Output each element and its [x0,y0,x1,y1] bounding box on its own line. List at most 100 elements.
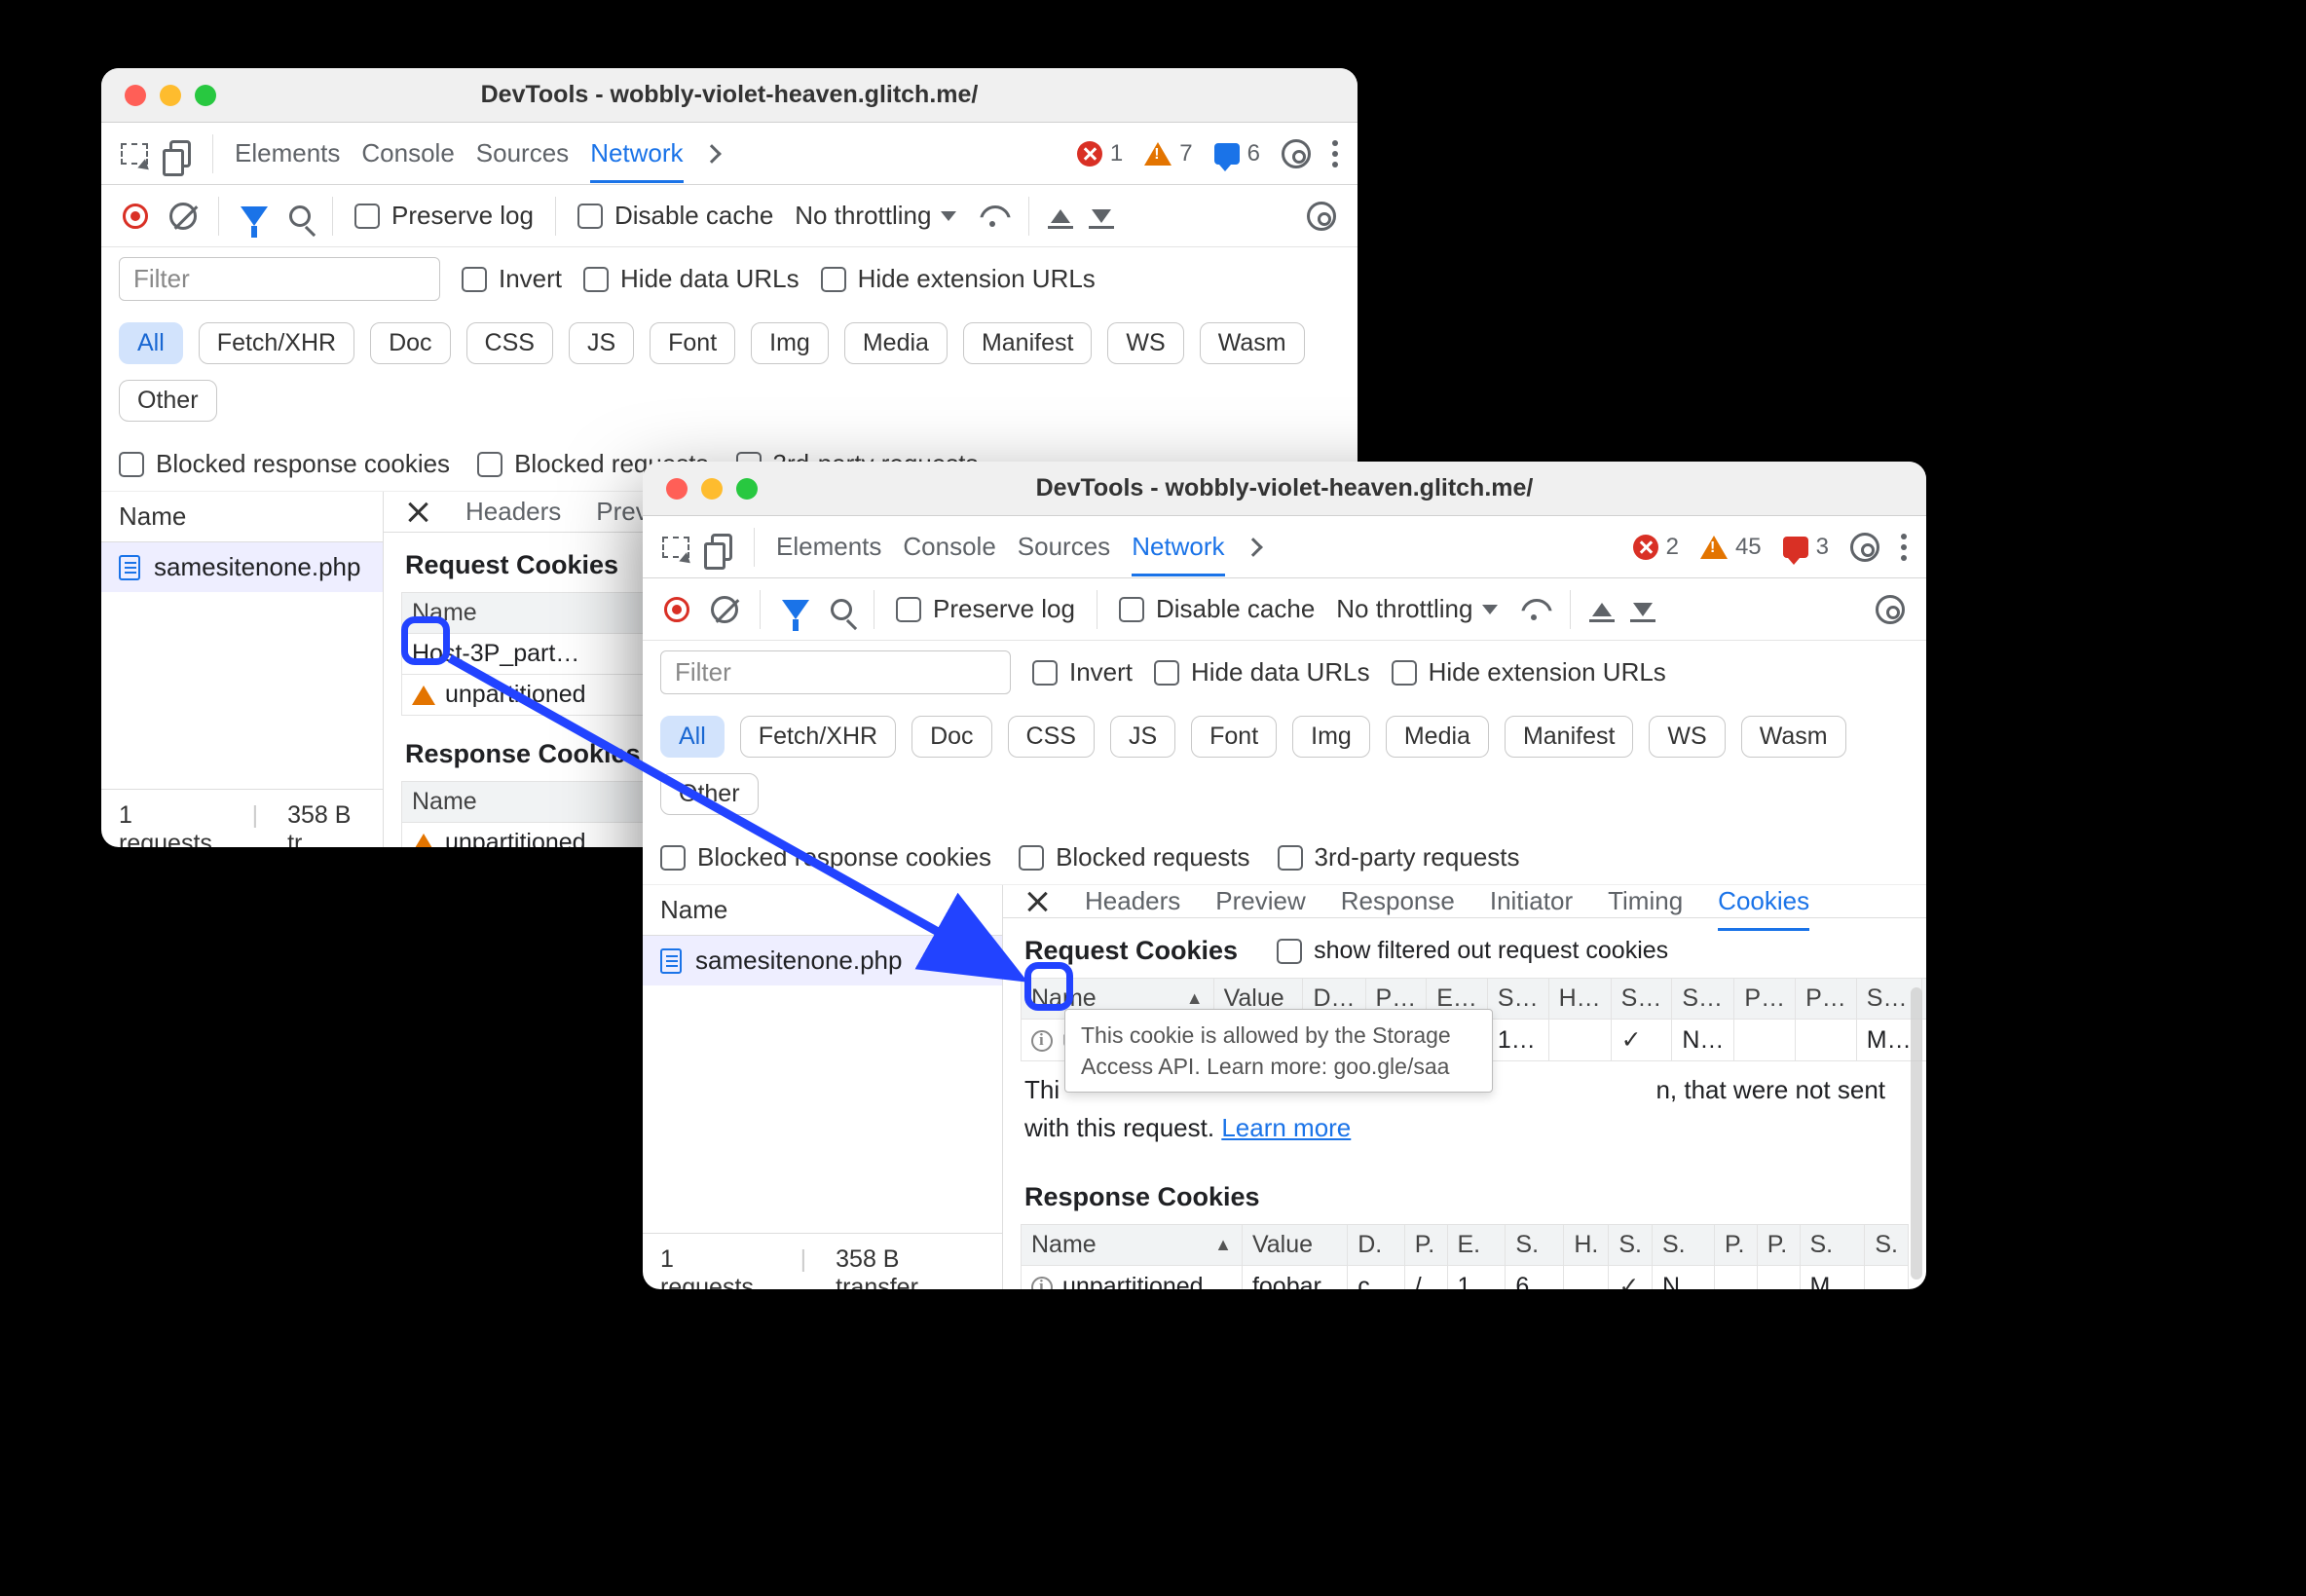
throttling-dropdown[interactable]: No throttling [795,201,956,231]
sort-asc-icon[interactable]: ▲ [1176,988,1204,1009]
device-toolbar-icon[interactable] [169,140,191,167]
inspect-element-icon[interactable] [121,143,148,165]
traffic-close-icon[interactable] [125,85,146,106]
panel-network[interactable]: Network [1132,532,1224,576]
chip-js[interactable]: JS [569,322,634,364]
error-count[interactable]: 2 [1633,534,1679,561]
filter-input[interactable]: Filter [119,257,440,301]
tab-headers[interactable]: Headers [1085,886,1180,916]
device-toolbar-icon[interactable] [711,534,732,561]
tab-initiator[interactable]: Initiator [1490,886,1573,916]
chip-ws[interactable]: WS [1107,322,1183,364]
disable-cache-checkbox[interactable]: Disable cache [577,201,773,231]
blocked-cookies-checkbox[interactable]: Blocked response cookies [119,449,450,479]
hide-data-urls-checkbox[interactable]: Hide data URLs [1154,657,1370,687]
kebab-menu-icon[interactable] [1901,534,1907,561]
info-icon[interactable] [1031,1277,1053,1289]
chip-media[interactable]: Media [1386,716,1489,758]
search-icon[interactable] [831,599,852,620]
chip-manifest[interactable]: Manifest [1505,716,1633,758]
blocked-cookies-checkbox[interactable]: Blocked response cookies [660,842,991,872]
chip-fetch-xhr[interactable]: Fetch/XHR [740,716,896,758]
clear-icon[interactable] [711,596,738,623]
info-icon[interactable] [1031,1030,1053,1052]
traffic-min-icon[interactable] [701,478,723,500]
chip-js[interactable]: JS [1110,716,1175,758]
network-conditions-icon[interactable] [1519,595,1548,624]
invert-checkbox[interactable]: Invert [462,264,562,294]
issue-count[interactable]: 3 [1783,534,1829,561]
chip-font[interactable]: Font [1191,716,1277,758]
response-cookies-table[interactable]: Name▲ Value D. P. E. S. H. S. S. P. P. S… [1021,1224,1909,1289]
settings-icon[interactable] [1282,139,1311,168]
chip-doc[interactable]: Doc [370,322,450,364]
preserve-log-checkbox[interactable]: Preserve log [896,594,1075,624]
network-settings-icon[interactable] [1307,202,1336,231]
chip-other[interactable]: Other [119,380,217,422]
invert-checkbox[interactable]: Invert [1032,657,1133,687]
network-conditions-icon[interactable] [978,202,1007,231]
request-row[interactable]: samesitenone.php [643,936,1002,985]
clear-icon[interactable] [169,203,197,230]
panel-network[interactable]: Network [590,138,683,183]
panel-console[interactable]: Console [903,532,995,562]
show-filtered-checkbox[interactable]: show filtered out request cookies [1277,937,1668,965]
requests-header-name[interactable]: Name [643,885,1002,936]
traffic-min-icon[interactable] [160,85,181,106]
upload-har-icon[interactable] [1051,209,1070,223]
chip-manifest[interactable]: Manifest [963,322,1092,364]
learn-more-link[interactable]: Learn more [1221,1113,1351,1142]
close-details-icon[interactable] [405,500,430,525]
tab-timing[interactable]: Timing [1608,886,1683,916]
chip-other[interactable]: Other [660,773,759,815]
tab-headers[interactable]: Headers [465,497,561,527]
chip-doc[interactable]: Doc [911,716,991,758]
inspect-element-icon[interactable] [662,537,689,558]
more-panels-icon[interactable] [1244,538,1263,557]
chip-wasm[interactable]: Wasm [1741,716,1846,758]
warning-count[interactable]: 45 [1700,534,1762,561]
download-har-icon[interactable] [1092,209,1111,223]
close-details-icon[interactable] [1024,889,1050,914]
download-har-icon[interactable] [1633,603,1653,616]
chip-img[interactable]: Img [1292,716,1370,758]
panel-sources[interactable]: Sources [1018,532,1110,562]
chip-font[interactable]: Font [650,322,735,364]
panel-elements[interactable]: Elements [235,138,340,168]
sort-asc-icon[interactable]: ▲ [1205,1235,1232,1255]
chip-css[interactable]: CSS [466,322,553,364]
hide-ext-urls-checkbox[interactable]: Hide extension URLs [821,264,1096,294]
warning-count[interactable]: 7 [1144,140,1192,167]
traffic-close-icon[interactable] [666,478,688,500]
chip-css[interactable]: CSS [1008,716,1095,758]
tab-preview[interactable]: Preview [1215,886,1305,916]
kebab-menu-icon[interactable] [1332,140,1338,167]
network-settings-icon[interactable] [1876,595,1905,624]
search-icon[interactable] [289,205,311,227]
panel-sources[interactable]: Sources [476,138,569,168]
chip-ws[interactable]: WS [1649,716,1725,758]
disable-cache-checkbox[interactable]: Disable cache [1119,594,1315,624]
hide-data-urls-checkbox[interactable]: Hide data URLs [583,264,800,294]
requests-header-name[interactable]: Name [101,492,383,542]
chip-all[interactable]: All [119,322,183,364]
scrollbar[interactable] [1911,987,1922,1280]
upload-har-icon[interactable] [1592,603,1612,616]
chip-img[interactable]: Img [751,322,829,364]
panel-console[interactable]: Console [361,138,454,168]
traffic-max-icon[interactable] [736,478,758,500]
filter-icon[interactable] [782,600,809,619]
blocked-requests-checkbox[interactable]: Blocked requests [1019,842,1249,872]
chip-media[interactable]: Media [844,322,948,364]
throttling-dropdown[interactable]: No throttling [1336,594,1498,624]
hide-ext-urls-checkbox[interactable]: Hide extension URLs [1392,657,1666,687]
settings-icon[interactable] [1850,533,1879,562]
filter-input[interactable]: Filter [660,650,1011,694]
preserve-log-checkbox[interactable]: Preserve log [354,201,534,231]
tab-response[interactable]: Response [1341,886,1455,916]
chip-fetch-xhr[interactable]: Fetch/XHR [199,322,354,364]
record-icon[interactable] [664,597,689,622]
issue-count[interactable]: 6 [1214,140,1260,167]
panel-elements[interactable]: Elements [776,532,881,562]
error-count[interactable]: 1 [1077,140,1123,167]
